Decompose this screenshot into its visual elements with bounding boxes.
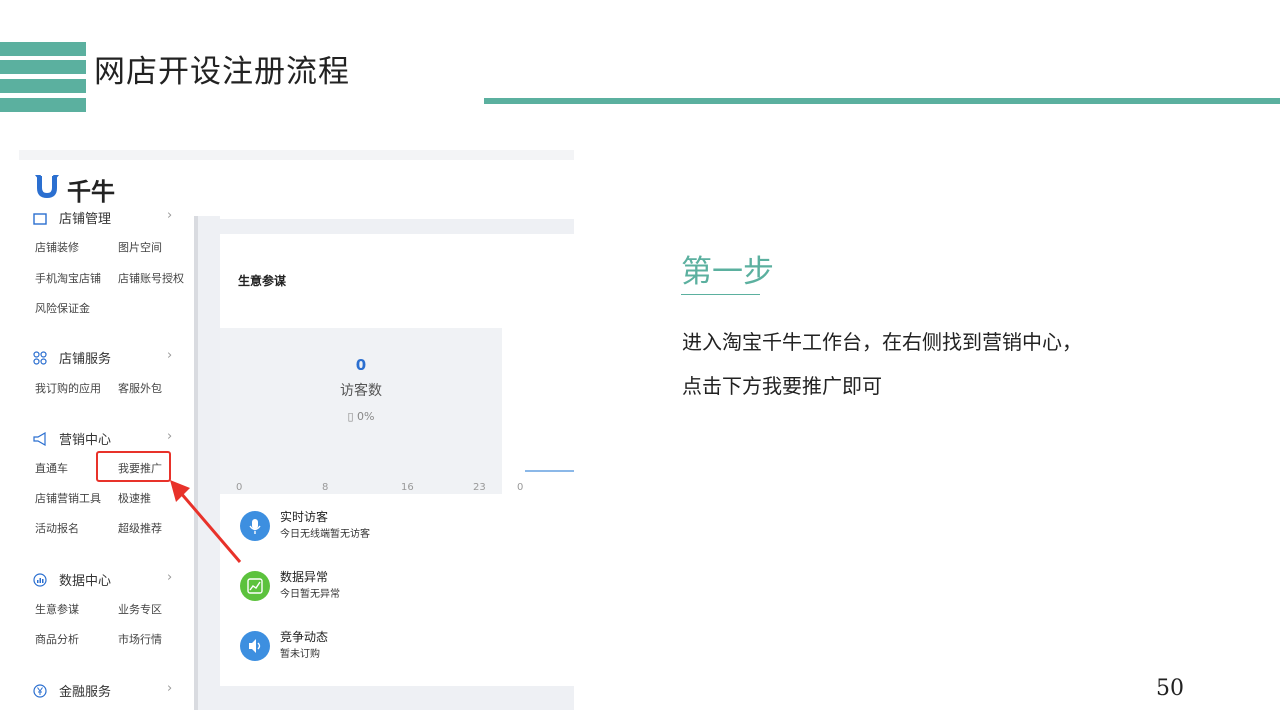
list-item[interactable]: 数据异常 今日暂无异常 bbox=[240, 568, 570, 608]
trend-line bbox=[525, 470, 574, 472]
list-item-title: 实时访客 bbox=[280, 510, 329, 524]
chevron-right-icon: › bbox=[167, 681, 173, 696]
qianniu-screenshot: 千牛 店铺管理 › 店铺装修 图片空间 手机淘宝店铺 店铺账号授权 风险保证金 … bbox=[19, 150, 574, 710]
sidebar-subitem[interactable]: 图片空间 bbox=[118, 239, 162, 255]
axis-tick: 8 bbox=[322, 482, 329, 493]
sidebar-subitem[interactable]: 我订购的应用 bbox=[35, 380, 101, 396]
sidebar-subitem[interactable]: 活动报名 bbox=[35, 520, 79, 536]
store-icon bbox=[33, 211, 47, 225]
step-description-line1: 进入淘宝千牛工作台，在右侧找到营销中心， bbox=[682, 330, 1082, 354]
sidebar-subitem[interactable]: 店铺装修 bbox=[35, 239, 79, 255]
chart-icon bbox=[240, 571, 270, 601]
qianniu-logo-icon bbox=[35, 175, 59, 198]
visitor-count: 0 bbox=[355, 356, 367, 374]
sidebar-subitem[interactable]: 生意参谋 bbox=[35, 601, 79, 617]
chevron-right-icon: › bbox=[167, 570, 173, 585]
list-item[interactable]: 竞争动态 暂未订购 bbox=[240, 628, 570, 668]
app-name: 千牛 bbox=[67, 178, 115, 206]
business-advisor-card: 生意参谋 0 访客数 ▯ 0% 0 8 16 23 0 bbox=[220, 234, 574, 512]
sidebar-subitem[interactable]: 店铺账号授权 bbox=[118, 270, 184, 286]
axis-tick: 16 bbox=[401, 482, 414, 493]
card-title: 生意参谋 bbox=[238, 274, 287, 288]
sidebar-subitem[interactable]: 超级推荐 bbox=[118, 520, 162, 536]
sidebar-subitem[interactable]: 市场行情 bbox=[118, 631, 162, 647]
sidebar-subitem[interactable]: 极速推 bbox=[118, 490, 151, 506]
list-item[interactable]: 实时访客 今日无线端暂无访客 bbox=[240, 508, 570, 548]
yuan-icon bbox=[33, 684, 47, 698]
chevron-right-icon: › bbox=[167, 429, 173, 444]
mobile-icon: ▯ bbox=[347, 410, 358, 423]
step-underline bbox=[681, 294, 760, 295]
header-decoration bbox=[0, 42, 86, 112]
sidebar-subitem[interactable]: 业务专区 bbox=[118, 601, 162, 617]
top-strip bbox=[19, 150, 574, 160]
card-edge bbox=[220, 216, 574, 219]
list-item-title: 竞争动态 bbox=[280, 630, 329, 644]
pointer-arrow-icon bbox=[170, 480, 242, 563]
list-item-sub: 今日暂无异常 bbox=[280, 589, 340, 600]
list-item-title: 数据异常 bbox=[280, 570, 329, 584]
sidebar-item-store-manage[interactable]: 店铺管理 bbox=[33, 208, 111, 227]
megaphone-icon bbox=[33, 431, 47, 447]
sidebar-item-finance[interactable]: 金融服务 bbox=[33, 681, 111, 700]
step-description-line2: 点击下方我要推广即可 bbox=[682, 374, 882, 398]
list-item-sub: 今日无线端暂无访客 bbox=[280, 529, 370, 540]
sidebar-subitem[interactable]: 商品分析 bbox=[35, 631, 79, 647]
sidebar-subitem[interactable]: 手机淘宝店铺 bbox=[35, 270, 101, 286]
visitor-stat[interactable]: 0 访客数 ▯ 0% 0 8 16 23 bbox=[220, 328, 502, 512]
axis-tick: 23 bbox=[473, 482, 486, 493]
sidebar-subitem[interactable]: 风险保证金 bbox=[35, 300, 90, 316]
sidebar-scrollbar[interactable] bbox=[194, 216, 198, 710]
chevron-right-icon: › bbox=[167, 348, 173, 363]
mobile-percent: ▯ 0% bbox=[347, 410, 375, 423]
sidebar-item-data-center[interactable]: 数据中心 bbox=[33, 570, 111, 589]
chart-circle-icon bbox=[33, 573, 47, 587]
main-content: 生意参谋 0 访客数 ▯ 0% 0 8 16 23 0 实时访客 今日无线端暂无… bbox=[220, 216, 574, 710]
axis-tick: 0 bbox=[517, 482, 524, 493]
chevron-right-icon: › bbox=[167, 208, 173, 223]
sidebar-item-store-service[interactable]: 店铺服务 bbox=[33, 348, 111, 367]
slide-title: 网店开设注册流程 bbox=[94, 54, 350, 90]
step-title: 第一步 bbox=[681, 254, 774, 290]
speaker-icon bbox=[240, 631, 270, 661]
sidebar-subitem[interactable]: 店铺营销工具 bbox=[35, 490, 101, 506]
sidebar-subitem[interactable]: 客服外包 bbox=[118, 380, 162, 396]
sidebar-subitem[interactable]: 直通车 bbox=[35, 460, 68, 476]
header-divider bbox=[484, 98, 1280, 104]
list-item-sub: 暂未订购 bbox=[280, 649, 320, 660]
grid-icon bbox=[33, 351, 47, 365]
notice-list: 实时访客 今日无线端暂无访客 数据异常 今日暂无异常 竞争动态 暂未订购 bbox=[220, 494, 574, 686]
page-number: 50 bbox=[1156, 676, 1184, 701]
sidebar-item-marketing[interactable]: 营销中心 bbox=[33, 429, 111, 448]
visitor-label: 访客数 bbox=[340, 383, 382, 399]
